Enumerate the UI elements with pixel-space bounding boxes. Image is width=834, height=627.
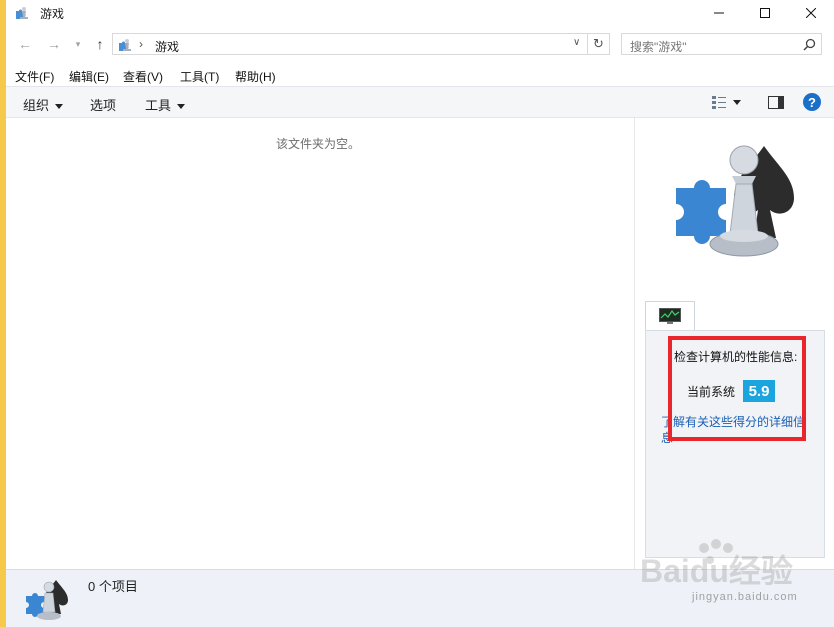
tools-label: 工具 bbox=[145, 98, 172, 113]
menu-tools[interactable]: 工具(T) bbox=[180, 68, 219, 85]
svg-text:?: ? bbox=[808, 95, 816, 110]
recent-locations-button[interactable]: ▾ bbox=[68, 34, 88, 54]
performance-tab[interactable] bbox=[645, 301, 695, 331]
menu-file[interactable]: 文件(F) bbox=[15, 68, 54, 85]
games-folder-icon bbox=[16, 7, 28, 19]
menu-view[interactable]: 查看(V) bbox=[123, 68, 163, 85]
menu-help[interactable]: 帮助(H) bbox=[235, 68, 276, 85]
command-bar: 组织 选项 工具 ? bbox=[6, 86, 834, 118]
up-button[interactable]: ↑ bbox=[90, 34, 110, 54]
menu-bar: 文件(F) 编辑(E) 查看(V) 工具(T) 帮助(H) bbox=[6, 64, 834, 86]
help-icon[interactable]: ? bbox=[803, 93, 821, 111]
search-placeholder: 搜索"游戏" bbox=[630, 40, 687, 54]
view-dropdown-icon[interactable] bbox=[733, 100, 741, 105]
options-button[interactable]: 选项 bbox=[90, 95, 116, 114]
window-title: 游戏 bbox=[40, 7, 65, 21]
address-bar[interactable]: › 游戏 ∨ bbox=[112, 33, 588, 55]
view-options-icon[interactable] bbox=[712, 95, 728, 110]
watermark-url: jingyan.baidu.com bbox=[692, 591, 798, 603]
breadcrumb-separator-icon: › bbox=[139, 37, 143, 51]
maximize-icon bbox=[760, 8, 770, 18]
search-input[interactable]: 搜索"游戏" bbox=[621, 33, 822, 55]
file-list-area[interactable]: 该文件夹为空。 bbox=[6, 118, 634, 569]
organize-button[interactable]: 组织 bbox=[23, 95, 64, 114]
maximize-button[interactable] bbox=[742, 0, 788, 26]
performance-monitor-icon bbox=[659, 308, 681, 324]
watermark-brand: Baidu经验 bbox=[640, 553, 793, 589]
item-count: 0 个项目 bbox=[88, 579, 138, 594]
close-icon bbox=[806, 8, 816, 18]
organize-label: 组织 bbox=[23, 98, 50, 113]
breadcrumb-item[interactable]: 游戏 bbox=[155, 38, 179, 55]
arrow-right-icon: → bbox=[47, 36, 61, 52]
tools-button[interactable]: 工具 bbox=[145, 95, 186, 114]
games-icon bbox=[26, 580, 68, 620]
preview-pane-icon[interactable] bbox=[768, 96, 784, 109]
highlight-annotation-box bbox=[668, 336, 806, 441]
minimize-button[interactable] bbox=[696, 0, 742, 26]
games-folder-icon bbox=[119, 39, 131, 51]
forward-button[interactable]: → bbox=[44, 34, 64, 54]
games-icon bbox=[676, 145, 794, 257]
address-dropdown-icon[interactable]: ∨ bbox=[573, 37, 580, 48]
search-icon[interactable] bbox=[803, 38, 816, 51]
title-bar: 游戏 bbox=[6, 0, 834, 26]
close-button[interactable] bbox=[788, 0, 834, 26]
arrow-up-icon: ↑ bbox=[96, 36, 104, 52]
minimize-icon bbox=[714, 12, 724, 14]
refresh-button[interactable]: ↻ bbox=[588, 33, 610, 55]
caret-down-icon bbox=[177, 104, 186, 110]
chevron-down-icon: ▾ bbox=[75, 38, 81, 49]
refresh-icon: ↻ bbox=[593, 36, 604, 51]
back-button[interactable]: ← bbox=[15, 34, 35, 54]
menu-edit[interactable]: 编辑(E) bbox=[69, 68, 109, 85]
empty-folder-message: 该文件夹为空。 bbox=[276, 137, 361, 151]
arrow-left-icon: ← bbox=[18, 36, 32, 52]
caret-down-icon bbox=[55, 104, 64, 110]
